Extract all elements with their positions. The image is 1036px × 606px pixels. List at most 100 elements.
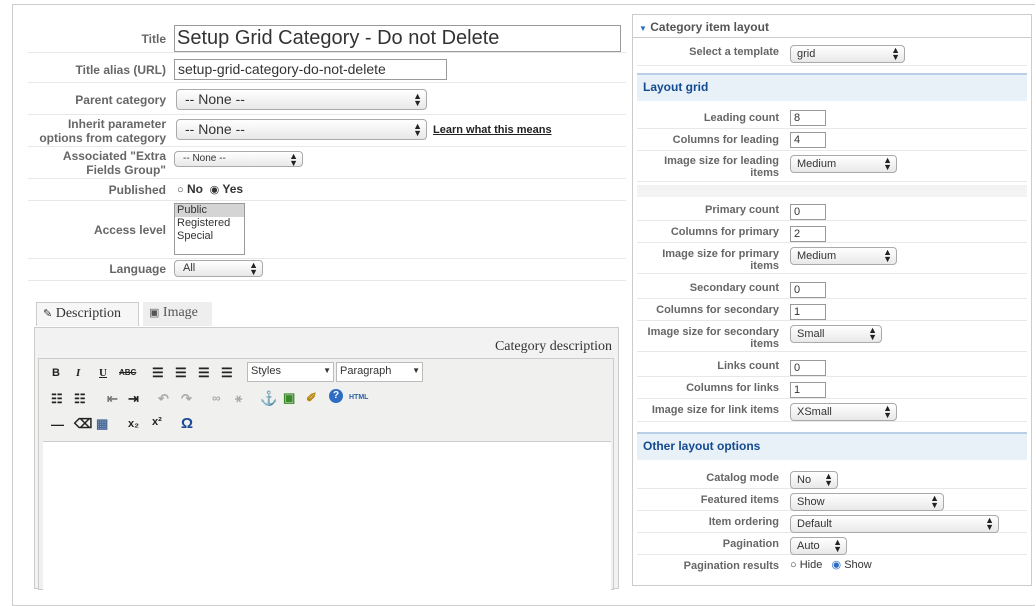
- indent-icon[interactable]: ⇥: [128, 391, 139, 407]
- html-icon[interactable]: HTML: [349, 394, 368, 401]
- inherit-select[interactable]: -- None -- ▲ ▼: [176, 119, 427, 140]
- horizontal-rule-icon[interactable]: —: [51, 417, 64, 432]
- strikethrough-icon[interactable]: ABC: [119, 368, 136, 377]
- select-arrows-icon: ▲ ▼: [883, 155, 892, 172]
- image-primary-value: Medium: [797, 250, 837, 262]
- columns-links-input[interactable]: 1: [790, 382, 826, 398]
- language-select[interactable]: All ▲ ▼: [174, 260, 263, 277]
- image-primary-select[interactable]: Medium ▲ ▼: [790, 247, 897, 265]
- access-row: Access level Public Registered Special: [28, 202, 626, 259]
- cleanup-icon[interactable]: ✐: [306, 390, 317, 406]
- align-center-icon[interactable]: ☰: [175, 365, 187, 381]
- title-input[interactable]: Setup Grid Category - Do not Delete: [174, 25, 621, 52]
- anchor-icon[interactable]: ⚓: [260, 390, 277, 407]
- catalog-mode-label: Catalog mode: [706, 472, 779, 484]
- radio-hide-label[interactable]: Hide: [800, 559, 823, 571]
- image-secondary-select[interactable]: Small ▲ ▼: [790, 325, 882, 343]
- select-arrows-icon: ▲ ▼: [891, 45, 900, 62]
- link-icon[interactable]: ∞: [212, 391, 221, 405]
- image-primary-row: Image size for primary items Medium ▲ ▼: [637, 243, 1027, 274]
- align-right-icon[interactable]: ☰: [198, 365, 210, 381]
- radio-yes-label[interactable]: Yes: [222, 182, 243, 196]
- columns-secondary-label: Columns for secondary: [656, 304, 779, 316]
- parent-select[interactable]: -- None -- ▲ ▼: [176, 89, 427, 110]
- image-links-select[interactable]: XSmall ▲ ▼: [790, 403, 897, 421]
- align-justify-icon[interactable]: ☰: [221, 365, 233, 381]
- pagination-results-radio-group: ○ Hide ◉ Show: [790, 558, 872, 571]
- subscript-icon[interactable]: x₂: [128, 418, 139, 430]
- secondary-count-input[interactable]: 0: [790, 282, 826, 298]
- align-left-icon[interactable]: ☰: [152, 365, 164, 381]
- leading-count-input[interactable]: 8: [790, 110, 826, 126]
- remove-format-icon[interactable]: ⌫: [74, 416, 92, 432]
- primary-count-input[interactable]: 0: [790, 204, 826, 220]
- pagination-select[interactable]: Auto ▲ ▼: [790, 537, 847, 555]
- access-option[interactable]: Public: [175, 204, 244, 217]
- columns-leading-row: Columns for leading 4: [637, 129, 1027, 151]
- superscript-icon[interactable]: x²: [152, 416, 162, 428]
- format-dropdown[interactable]: Paragraph ▼: [336, 362, 423, 382]
- table-icon[interactable]: ▦: [96, 416, 108, 432]
- image-leading-label-line1: Image size for leading: [664, 155, 779, 167]
- ordering-label: Item ordering: [708, 516, 779, 528]
- underline-icon[interactable]: U: [99, 367, 107, 379]
- italic-icon[interactable]: I: [76, 367, 80, 379]
- ordering-select[interactable]: Default ▲ ▼: [790, 515, 999, 533]
- section-spacer: [637, 185, 1027, 197]
- columns-leading-input[interactable]: 4: [790, 132, 826, 148]
- featured-select[interactable]: Show ▲ ▼: [790, 493, 944, 511]
- image-secondary-value: Small: [797, 328, 825, 340]
- select-arrows-icon: ▲ ▼: [249, 260, 258, 277]
- outdent-icon[interactable]: ⇤: [107, 391, 118, 407]
- layout-grid-header: Layout grid: [637, 73, 1027, 101]
- access-option[interactable]: Registered: [175, 217, 244, 230]
- editor-content-area[interactable]: [43, 441, 611, 592]
- tab-image[interactable]: ▣ Image: [143, 302, 212, 326]
- learn-more-link[interactable]: Learn what this means: [433, 124, 552, 136]
- pagination-results-row: Pagination results ○ Hide ◉ Show: [637, 555, 1027, 576]
- extra-fields-label: Associated "Extra Fields Group": [63, 149, 166, 177]
- redo-icon[interactable]: ↷: [181, 391, 192, 407]
- extra-fields-select[interactable]: -- None -- ▲ ▼: [174, 151, 303, 168]
- select-arrows-icon: ▲ ▼: [985, 515, 994, 532]
- inherit-row: Inherit parameter options from category -…: [28, 116, 626, 147]
- columns-secondary-input[interactable]: 1: [790, 304, 826, 320]
- special-char-icon[interactable]: Ω: [181, 415, 193, 432]
- bold-icon[interactable]: B: [52, 367, 60, 379]
- access-label: Access level: [93, 223, 166, 237]
- radio-no-label[interactable]: No: [187, 182, 203, 196]
- columns-primary-input[interactable]: 2: [790, 226, 826, 242]
- access-listbox[interactable]: Public Registered Special: [174, 203, 245, 255]
- undo-icon[interactable]: ↶: [158, 391, 169, 407]
- image-secondary-label-line2: items: [750, 338, 779, 350]
- radio-show[interactable]: ◉: [832, 559, 842, 571]
- title-row: Title Setup Grid Category - Do not Delet…: [28, 22, 626, 53]
- template-select[interactable]: grid ▲ ▼: [790, 45, 905, 63]
- pagination-results-label: Pagination results: [683, 560, 779, 572]
- links-count-label: Links count: [717, 360, 779, 372]
- select-arrows-icon: ▲ ▼: [833, 537, 842, 554]
- radio-hide[interactable]: ○: [790, 559, 797, 571]
- styles-dropdown[interactable]: Styles ▼: [247, 362, 334, 382]
- image-leading-select[interactable]: Medium ▲ ▼: [790, 155, 897, 173]
- radio-no[interactable]: ○: [177, 184, 184, 196]
- pagination-value: Auto: [797, 540, 820, 552]
- catalog-mode-select[interactable]: No ▲ ▼: [790, 471, 838, 489]
- numbered-list-icon[interactable]: ☷: [74, 391, 86, 407]
- panel-header[interactable]: ▼ Category item layout: [639, 20, 769, 34]
- extra-fields-label-line2: Fields Group": [86, 163, 166, 177]
- tab-description[interactable]: ✎ Description: [36, 302, 139, 326]
- extra-fields-row: Associated "Extra Fields Group" -- None -…: [28, 148, 626, 179]
- help-icon[interactable]: ?: [329, 389, 343, 403]
- unlink-icon[interactable]: ⚹: [235, 391, 242, 406]
- links-count-input[interactable]: 0: [790, 360, 826, 376]
- alias-input[interactable]: setup-grid-category-do-not-delete: [174, 59, 447, 80]
- select-arrows-icon: ▲ ▼: [883, 403, 892, 420]
- bullet-list-icon[interactable]: ☷: [51, 391, 63, 407]
- insert-image-icon[interactable]: ▣: [283, 390, 295, 406]
- select-arrows-icon: ▲ ▼: [930, 493, 939, 510]
- access-option[interactable]: Special: [175, 230, 244, 243]
- radio-show-label[interactable]: Show: [844, 559, 872, 571]
- radio-yes[interactable]: ◉: [210, 184, 220, 196]
- select-arrows-icon: ▲ ▼: [413, 91, 422, 108]
